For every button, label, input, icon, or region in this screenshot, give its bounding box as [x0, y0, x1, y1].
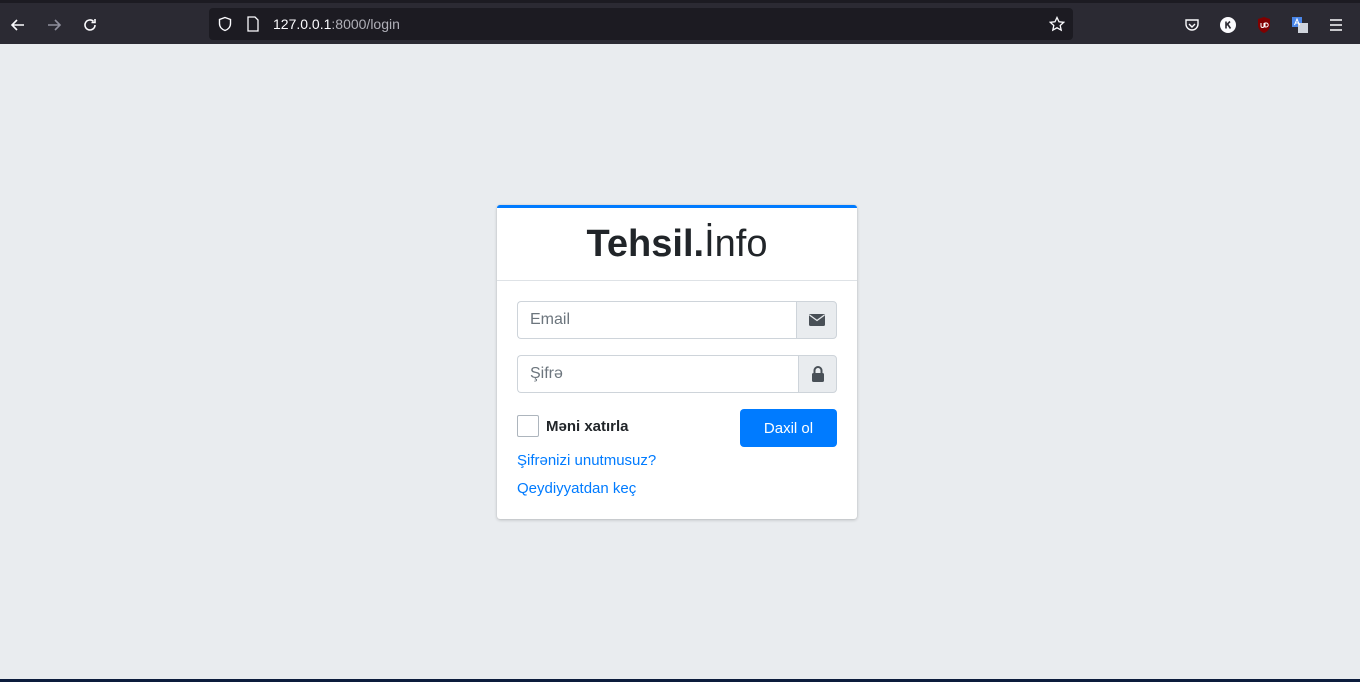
register-link[interactable]: Qeydiyyatdan keç — [517, 475, 837, 503]
browser-toolbar: 127.0.0.1:8000/login — [0, 0, 1360, 44]
envelope-icon — [808, 314, 825, 326]
reload-button[interactable] — [76, 11, 104, 39]
login-button[interactable]: Daxil ol — [740, 409, 837, 447]
reload-icon — [84, 19, 96, 31]
page-icon[interactable] — [245, 16, 261, 32]
star-icon[interactable] — [1049, 16, 1065, 32]
remember-submit-row: Məni xatırla Daxil ol — [517, 409, 837, 447]
forgot-password-link[interactable]: Şifrənizi unutmusuz? — [517, 447, 837, 475]
remember-label[interactable]: Məni xatırla — [546, 418, 629, 435]
back-button[interactable] — [4, 11, 32, 39]
translate-icon[interactable] — [1291, 16, 1309, 34]
ublock-icon[interactable] — [1255, 16, 1273, 34]
forward-arrow-icon — [48, 19, 62, 31]
remember-me: Məni xatırla — [517, 415, 629, 437]
remember-checkbox[interactable] — [517, 415, 539, 437]
lock-icon — [811, 366, 824, 382]
back-arrow-icon — [10, 19, 24, 31]
email-field[interactable] — [517, 301, 796, 339]
auth-links: Şifrənizi unutmusuz? Qeydiyyatdan keç — [517, 447, 837, 503]
login-form: Məni xatırla Daxil ol Şifrənizi unutmusu… — [517, 301, 837, 503]
login-card: Tehsil.İnfo Məni xatırla Daxil ol Şifrən… — [497, 205, 857, 519]
brand-bold: Tehsil. — [586, 222, 705, 265]
url-text[interactable]: 127.0.0.1:8000/login — [273, 16, 400, 32]
menu-icon[interactable] — [1327, 16, 1345, 34]
email-group — [517, 301, 837, 339]
password-group — [517, 355, 837, 393]
forward-button[interactable] — [40, 11, 68, 39]
shield-icon[interactable] — [217, 16, 233, 32]
brand-logo[interactable]: Tehsil. İnfo — [497, 208, 857, 281]
email-addon — [796, 301, 837, 339]
password-field[interactable] — [517, 355, 798, 393]
url-bar[interactable]: 127.0.0.1:8000/login — [209, 8, 1073, 40]
pocket-icon[interactable] — [1183, 16, 1201, 34]
password-addon — [798, 355, 837, 393]
k-extension-icon[interactable] — [1219, 16, 1237, 34]
brand-light: İnfo — [704, 222, 768, 265]
